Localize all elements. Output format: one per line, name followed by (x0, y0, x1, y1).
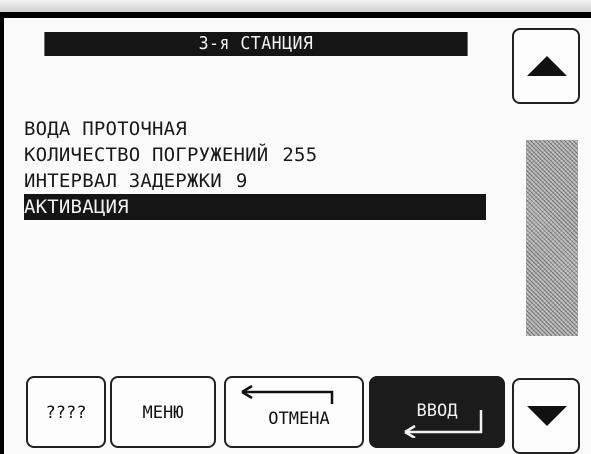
help-button[interactable]: ???? (26, 376, 106, 448)
menu-item-label: ВОДА ПРОТОЧНАЯ (24, 118, 187, 140)
menu-item-value: 255 (282, 144, 318, 166)
menu-item-label: АКТИВАЦИЯ (24, 196, 129, 218)
menu-item-label: ИНТЕРВАЛ ЗАДЕРЖКИ (24, 170, 222, 192)
cancel-button[interactable]: ОТМЕНА (224, 376, 364, 448)
menu-item-delay-interval[interactable]: ИНТЕРВАЛ ЗАДЕРЖКИ 9 (24, 168, 486, 194)
enter-button[interactable]: ВВОД (369, 376, 505, 448)
menu-button-label: МЕНЮ (142, 403, 184, 423)
menu-item-activation[interactable]: АКТИВАЦИЯ (24, 194, 486, 220)
device-screen: 3-я СТАНЦИЯ ВОДА ПРОТОЧНАЯ КОЛИЧЕСТВО ПО… (4, 18, 591, 454)
enter-arrow-icon (404, 410, 483, 438)
menu-item-water[interactable]: ВОДА ПРОТОЧНАЯ (24, 116, 486, 142)
menu-item-immersions[interactable]: КОЛИЧЕСТВО ПОГРУЖЕНИЙ 255 (24, 142, 486, 168)
menu-item-label: КОЛИЧЕСТВО ПОГРУЖЕНИЙ (24, 144, 269, 166)
help-button-label: ???? (45, 403, 87, 423)
settings-menu: ВОДА ПРОТОЧНАЯ КОЛИЧЕСТВО ПОГРУЖЕНИЙ 255 … (24, 116, 486, 220)
cancel-button-label: ОТМЕНА (268, 409, 330, 429)
scroll-down-button[interactable] (512, 378, 580, 454)
screen-title: 3-я СТАНЦИЯ (44, 32, 468, 56)
return-arrow-icon (241, 384, 334, 404)
scroll-up-button[interactable] (512, 28, 580, 104)
down-triangle-icon (527, 406, 567, 426)
up-triangle-icon (527, 56, 567, 76)
scrollbar-track[interactable] (526, 140, 578, 336)
menu-item-value: 9 (235, 170, 248, 192)
window-top-edge (0, 0, 591, 18)
menu-button[interactable]: МЕНЮ (110, 376, 216, 448)
